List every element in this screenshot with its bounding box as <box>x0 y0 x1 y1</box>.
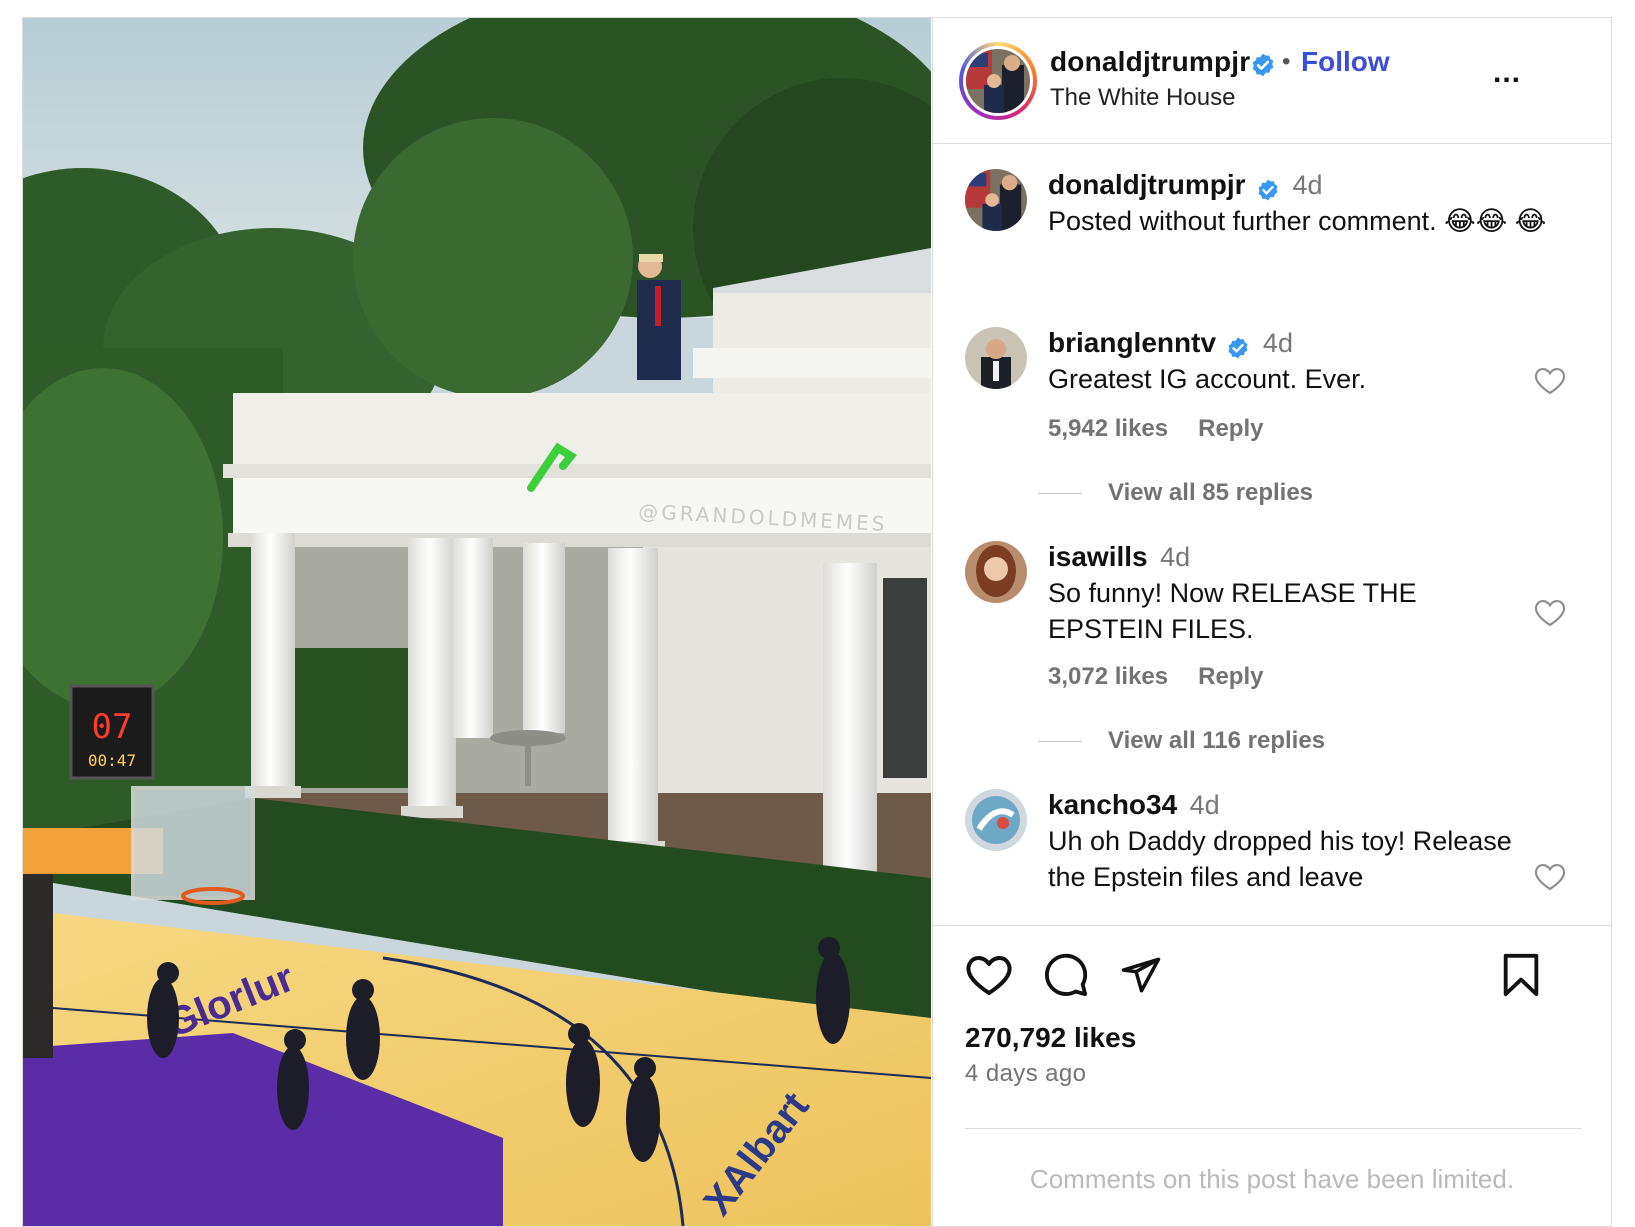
comment-age[interactable]: 4d <box>1160 542 1190 572</box>
comment-age[interactable]: 4d <box>1263 328 1293 358</box>
verified-badge-icon <box>1258 179 1278 201</box>
comment-icon[interactable] <box>1043 952 1089 998</box>
comment-username[interactable]: brianglenntv <box>1048 327 1216 358</box>
comment-avatar[interactable] <box>965 327 1027 389</box>
comment-avatar[interactable] <box>965 541 1027 603</box>
comment-like-heart-icon[interactable] <box>1533 597 1567 627</box>
comment-username[interactable]: kancho34 <box>1048 789 1177 820</box>
bookmark-icon[interactable] <box>1501 952 1541 998</box>
comment-text: Uh oh Daddy dropped his toy! Release the… <box>1048 826 1512 892</box>
scoreboard-bottom: 00:47 <box>88 751 136 770</box>
more-options-icon[interactable]: ... <box>1493 56 1521 90</box>
view-replies-button[interactable]: View all 116 replies <box>1038 727 1325 755</box>
comment-reply-button[interactable]: Reply <box>1198 663 1263 690</box>
comments-list[interactable]: donaldjtrumpjr 4d Posted without further… <box>933 145 1611 925</box>
comments-limited-notice: Comments on this post have been limited. <box>1029 1164 1515 1194</box>
post-header: donaldjtrumpjr • Follow The White House … <box>933 18 1611 144</box>
comments-divider <box>965 1128 1581 1129</box>
caption-text: Posted without further comment. 😂😂 😂 <box>1048 206 1547 236</box>
verified-badge-icon <box>1252 53 1274 77</box>
view-replies-label[interactable]: View all 116 replies <box>1108 727 1325 754</box>
scoreboard-top: 07 <box>92 707 133 747</box>
follow-button[interactable]: Follow <box>1301 46 1390 78</box>
comment-like-heart-icon[interactable] <box>1533 861 1567 891</box>
share-icon[interactable] <box>1119 954 1163 996</box>
view-replies-button[interactable]: View all 85 replies <box>1038 479 1313 507</box>
post-image-scene: 07 00:47 Glorlur XAlbart @GRANDOLDMEMES <box>23 18 931 1226</box>
comment-likes-count[interactable]: 3,072 likes <box>1048 663 1168 690</box>
caption-age[interactable]: 4d <box>1292 170 1322 200</box>
comment-age[interactable]: 4d <box>1190 790 1220 820</box>
author-avatar[interactable] <box>966 49 1030 113</box>
verified-badge-icon <box>1228 337 1248 359</box>
heart-icon[interactable] <box>965 952 1013 996</box>
author-avatar-ring[interactable] <box>959 42 1037 120</box>
comment-avatar[interactable] <box>965 789 1027 851</box>
post-likes-count[interactable]: 270,792 likes <box>965 1022 1136 1054</box>
post-actions: 270,792 likes 4 days ago Comments on thi… <box>933 925 1611 1226</box>
comment-likes-count[interactable]: 5,942 likes <box>1048 415 1168 442</box>
author-username[interactable]: donaldjtrumpjr <box>1050 46 1250 78</box>
post-location[interactable]: The White House <box>1050 84 1235 112</box>
comment-text: Greatest IG account. Ever. <box>1048 364 1367 394</box>
caption-username[interactable]: donaldjtrumpjr <box>1048 169 1246 200</box>
post-image[interactable]: 07 00:47 Glorlur XAlbart @GRANDOLDMEMES <box>23 18 931 1226</box>
comment-like-heart-icon[interactable] <box>1533 365 1567 395</box>
comment-meta: 5,942 likes Reply <box>1048 415 1293 443</box>
post-timestamp[interactable]: 4 days ago <box>965 1060 1086 1088</box>
comment-username[interactable]: isawills <box>1048 541 1148 572</box>
post-side-panel: donaldjtrumpjr • Follow The White House … <box>932 18 1611 1226</box>
header-separator: • <box>1282 48 1291 75</box>
post-container: 07 00:47 Glorlur XAlbart @GRANDOLDMEMES … <box>22 17 1612 1227</box>
caption-avatar[interactable] <box>965 169 1027 231</box>
comment-meta: 3,072 likes Reply <box>1048 663 1293 691</box>
view-replies-label[interactable]: View all 85 replies <box>1108 479 1313 506</box>
comment-reply-button[interactable]: Reply <box>1198 415 1263 442</box>
comment-text: So funny! Now RELEASE THE EPSTEIN FILES. <box>1048 578 1417 644</box>
